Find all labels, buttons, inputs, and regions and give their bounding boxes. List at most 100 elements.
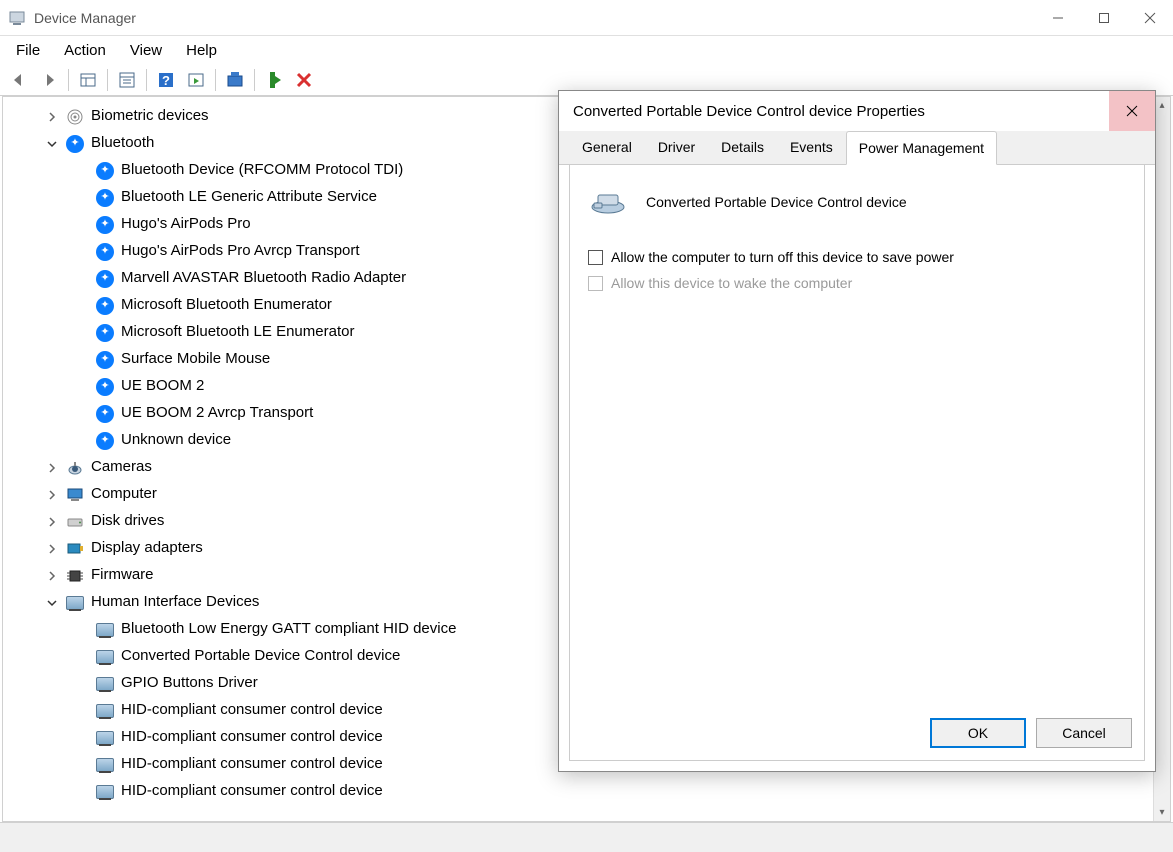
checkbox-label: Allow this device to wake the computer — [611, 275, 852, 291]
tab-power-management[interactable]: Power Management — [846, 131, 997, 165]
chevron-right-icon[interactable] — [45, 110, 59, 124]
tab-details[interactable]: Details — [708, 130, 777, 164]
menu-action[interactable]: Action — [52, 38, 118, 63]
tree-label: Unknown device — [121, 429, 231, 452]
chevron-down-icon[interactable] — [45, 596, 59, 610]
checkbox-wake — [588, 276, 603, 291]
bluetooth-icon — [95, 296, 115, 316]
tree-label: Surface Mobile Mouse — [121, 348, 270, 371]
tree-label: HID-compliant consumer control device — [121, 726, 383, 749]
enable-device-button[interactable] — [260, 66, 288, 94]
menu-bar: File Action View Help — [0, 36, 1173, 64]
chevron-right-icon[interactable] — [45, 461, 59, 475]
checkbox-turnoff[interactable] — [588, 250, 603, 265]
bluetooth-icon — [95, 323, 115, 343]
chevron-right-icon[interactable] — [45, 515, 59, 529]
window-titlebar: Device Manager — [0, 0, 1173, 36]
hid-icon — [65, 593, 85, 613]
tree-label: Human Interface Devices — [91, 591, 259, 614]
back-button[interactable] — [5, 66, 33, 94]
toolbar-separator — [107, 69, 108, 91]
menu-file[interactable]: File — [4, 38, 52, 63]
tab-events[interactable]: Events — [777, 130, 846, 164]
minimize-button[interactable] — [1035, 0, 1081, 36]
display-adapter-icon — [65, 539, 85, 559]
firmware-icon — [65, 566, 85, 586]
tree-label: Hugo's AirPods Pro — [121, 213, 251, 236]
cancel-button[interactable]: Cancel — [1036, 718, 1132, 748]
bluetooth-icon — [95, 188, 115, 208]
tree-label: Biometric devices — [91, 105, 209, 128]
bluetooth-icon — [95, 269, 115, 289]
bluetooth-icon — [95, 350, 115, 370]
hid-icon — [95, 647, 115, 667]
tree-node-hid-child[interactable]: HID-compliant consumer control device — [23, 778, 1170, 805]
help-button[interactable]: ? — [152, 66, 180, 94]
tree-label: Bluetooth Device (RFCOMM Protocol TDI) — [121, 159, 403, 182]
biometric-icon — [65, 107, 85, 127]
tree-label: Computer — [91, 483, 157, 506]
scroll-up-icon[interactable]: ▴ — [1154, 97, 1170, 114]
tab-general[interactable]: General — [569, 130, 645, 164]
tree-label: Bluetooth LE Generic Attribute Service — [121, 186, 377, 209]
checkbox-row-turnoff[interactable]: Allow the computer to turn off this devi… — [588, 249, 1126, 265]
scroll-down-icon[interactable]: ▾ — [1154, 804, 1170, 821]
dialog-close-button[interactable] — [1109, 91, 1155, 131]
device-name: Converted Portable Device Control device — [646, 194, 907, 210]
status-bar — [0, 822, 1173, 852]
disk-icon — [65, 512, 85, 532]
bluetooth-icon — [95, 431, 115, 451]
chevron-down-icon[interactable] — [45, 137, 59, 151]
tree-label: HID-compliant consumer control device — [121, 699, 383, 722]
dialog-tabstrip: General Driver Details Events Power Mana… — [559, 131, 1155, 165]
menu-view[interactable]: View — [118, 38, 174, 63]
toolbar-separator — [215, 69, 216, 91]
tree-label: GPIO Buttons Driver — [121, 672, 258, 695]
tree-label: Hugo's AirPods Pro Avrcp Transport — [121, 240, 360, 263]
camera-icon — [65, 458, 85, 478]
tree-label: Converted Portable Device Control device — [121, 645, 400, 668]
action-button[interactable] — [182, 66, 210, 94]
tree-label: HID-compliant consumer control device — [121, 753, 383, 776]
toolbar-separator — [254, 69, 255, 91]
tree-label: Display adapters — [91, 537, 203, 560]
scan-hardware-button[interactable] — [221, 66, 249, 94]
toolbar-separator — [68, 69, 69, 91]
checkbox-label: Allow the computer to turn off this devi… — [611, 249, 954, 265]
computer-icon — [65, 485, 85, 505]
device-header: Converted Portable Device Control device — [588, 187, 1126, 217]
bluetooth-icon — [95, 377, 115, 397]
tab-driver[interactable]: Driver — [645, 130, 708, 164]
close-button[interactable] — [1127, 0, 1173, 36]
bluetooth-icon — [65, 134, 85, 154]
dialog-title: Converted Portable Device Control device… — [573, 103, 1109, 120]
properties-dialog: Converted Portable Device Control device… — [558, 90, 1156, 772]
chevron-right-icon[interactable] — [45, 488, 59, 502]
chevron-right-icon[interactable] — [45, 542, 59, 556]
properties-button[interactable] — [113, 66, 141, 94]
disable-device-button[interactable] — [290, 66, 318, 94]
ok-button[interactable]: OK — [930, 718, 1026, 748]
bluetooth-icon — [95, 242, 115, 262]
menu-help[interactable]: Help — [174, 38, 229, 63]
window-title: Device Manager — [34, 10, 1035, 26]
tree-label: Marvell AVASTAR Bluetooth Radio Adapter — [121, 267, 406, 290]
forward-button[interactable] — [35, 66, 63, 94]
hid-icon — [95, 701, 115, 721]
tree-label: Bluetooth Low Energy GATT compliant HID … — [121, 618, 456, 641]
bluetooth-icon — [95, 161, 115, 181]
show-hide-tree-button[interactable] — [74, 66, 102, 94]
tree-label: Disk drives — [91, 510, 164, 533]
tree-label: UE BOOM 2 Avrcp Transport — [121, 402, 313, 425]
checkbox-row-wake: Allow this device to wake the computer — [588, 275, 1126, 291]
dialog-button-row: OK Cancel — [930, 718, 1132, 748]
hid-icon — [95, 782, 115, 802]
chevron-right-icon[interactable] — [45, 569, 59, 583]
tree-label: Firmware — [91, 564, 154, 587]
maximize-button[interactable] — [1081, 0, 1127, 36]
hid-icon — [95, 620, 115, 640]
bluetooth-icon — [95, 404, 115, 424]
device-icon — [588, 187, 628, 217]
bluetooth-icon — [95, 215, 115, 235]
hid-icon — [95, 755, 115, 775]
